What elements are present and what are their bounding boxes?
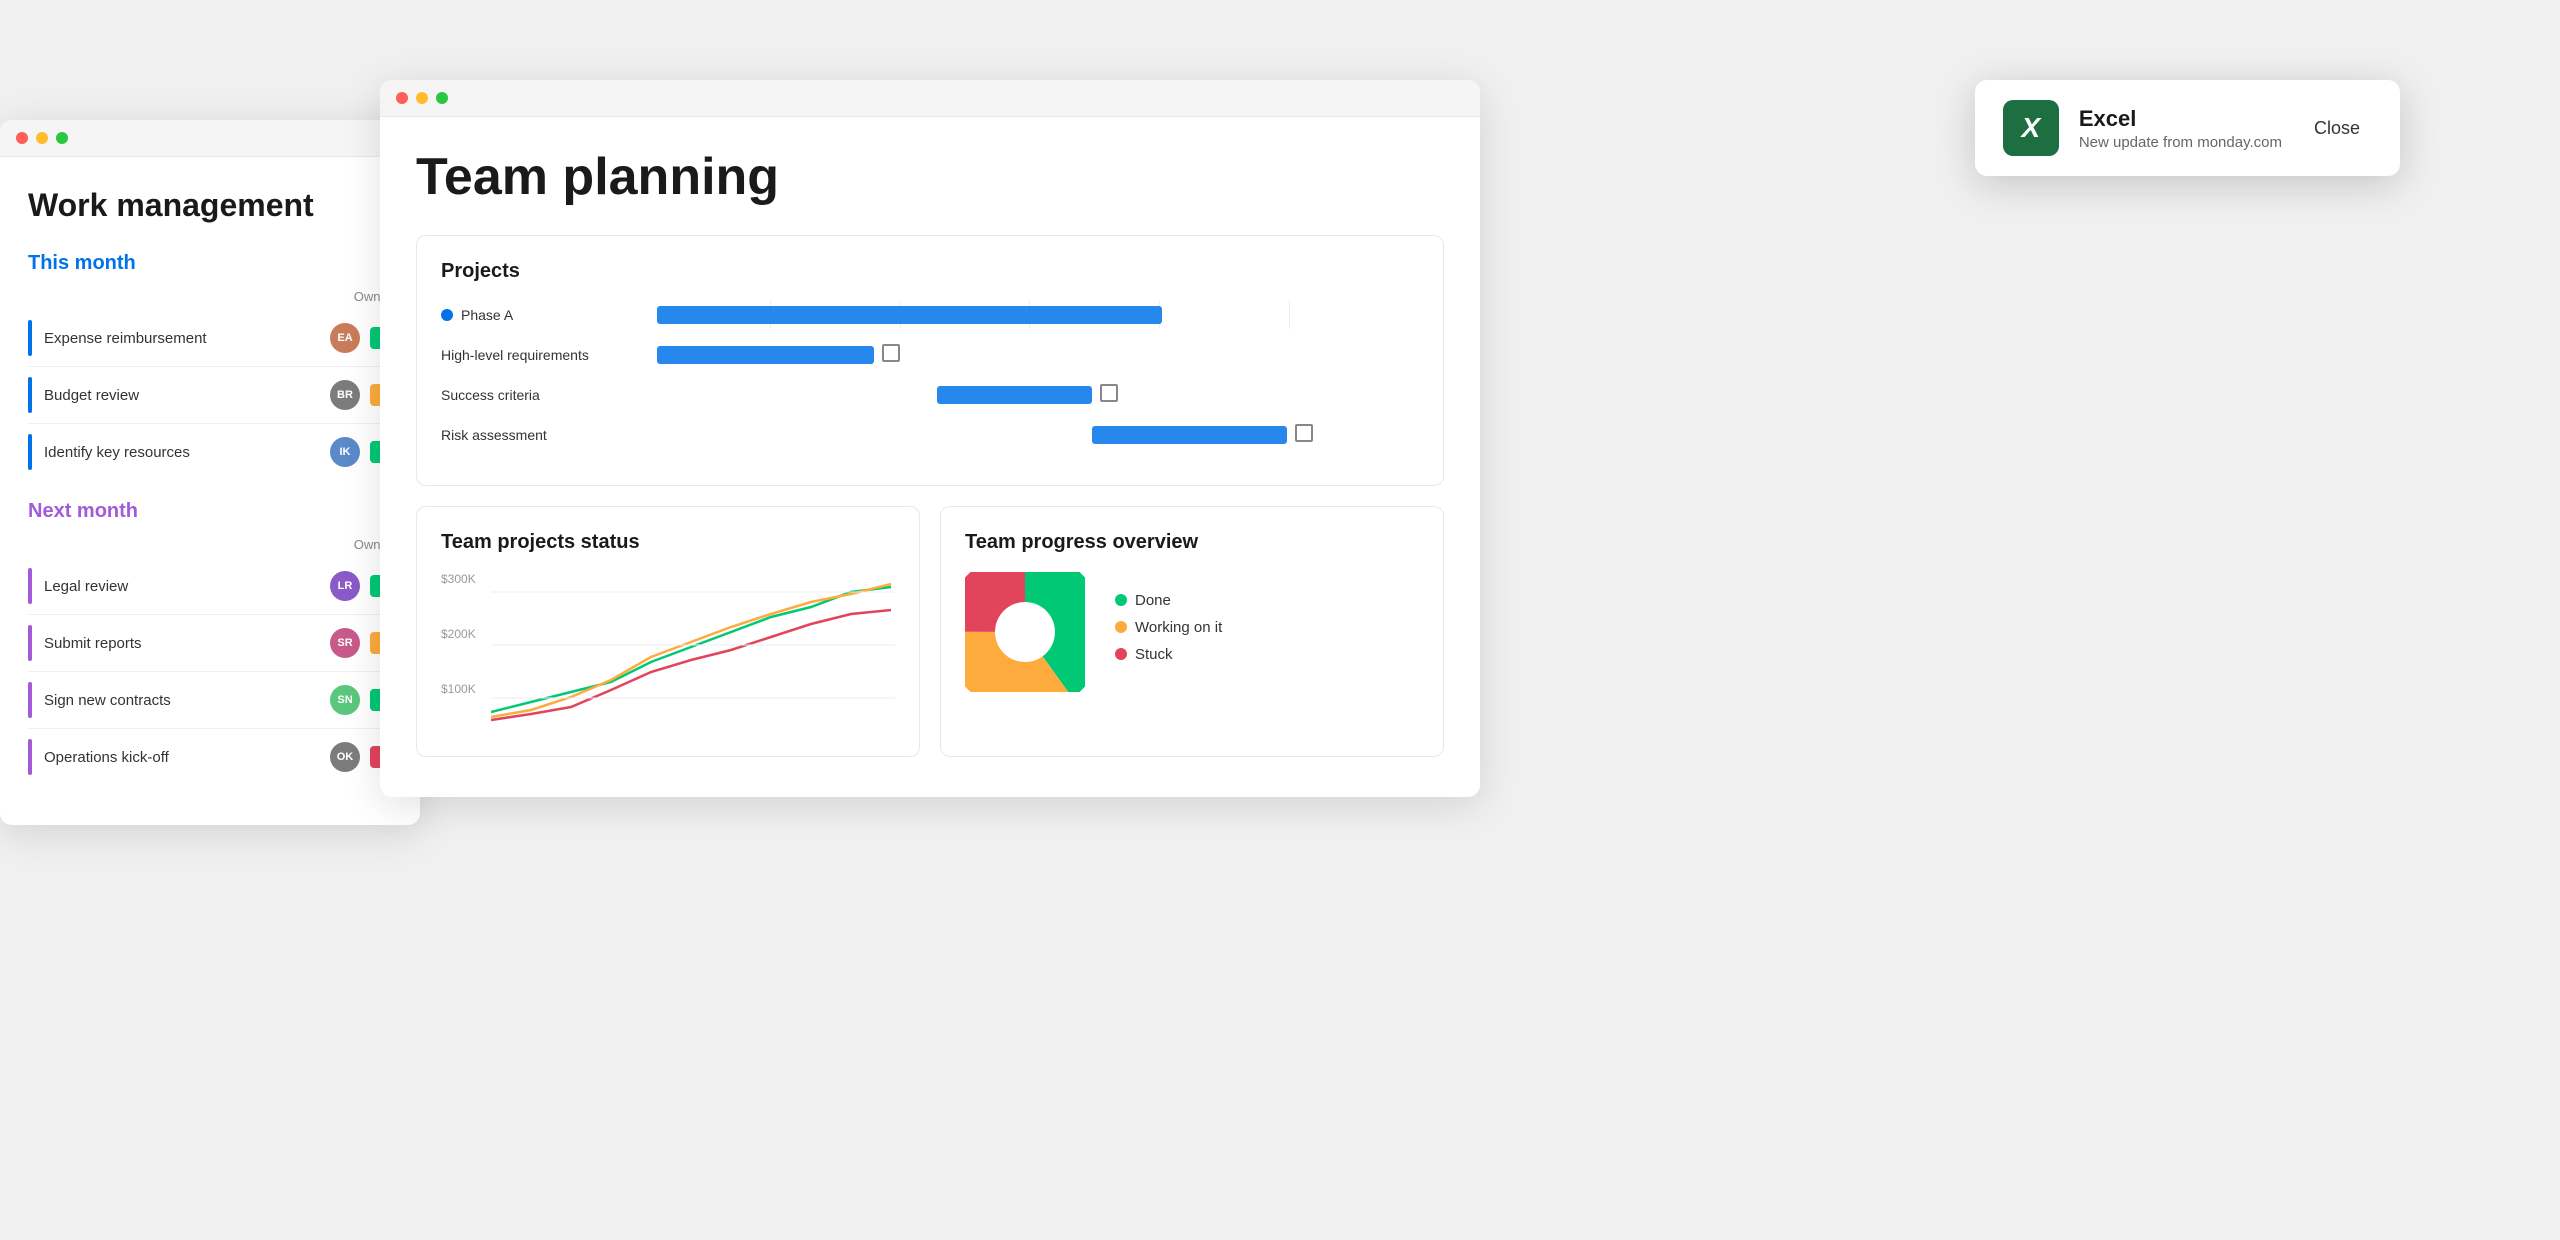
- avatar: EA: [330, 323, 360, 353]
- avatar: SN: [330, 685, 360, 715]
- team-titlebar: [380, 80, 1480, 117]
- stuck-label: Stuck: [1135, 646, 1173, 663]
- avatar: LR: [330, 571, 360, 601]
- team-progress-card: Team progress overview Do: [940, 506, 1444, 757]
- line-chart: $300K $200K $100K: [441, 572, 895, 732]
- task-name: Expense reimbursement: [44, 330, 330, 347]
- task-name: Identify key resources: [44, 444, 330, 461]
- gantt-bar: [937, 386, 1093, 404]
- phase-dot-icon: [441, 309, 453, 321]
- task-bar: [28, 568, 32, 604]
- stuck-dot-icon: [1115, 648, 1127, 660]
- gantt-track: [641, 341, 1419, 369]
- work-management-window: Work management This month Owner Expense…: [0, 120, 420, 825]
- avatar: IK: [330, 437, 360, 467]
- gantt-bar: [1092, 426, 1287, 444]
- gantt-label: Phase A: [441, 307, 641, 323]
- gantt-row-success: Success criteria: [441, 381, 1419, 409]
- maximize-dot[interactable]: [436, 92, 448, 104]
- avatar: OK: [330, 742, 360, 772]
- minimize-dot[interactable]: [36, 132, 48, 144]
- next-month-owner-col: Owner: [28, 537, 392, 552]
- work-titlebar: [0, 120, 420, 157]
- excel-icon: X: [2003, 100, 2059, 156]
- legend-done: Done: [1115, 592, 1222, 609]
- pie-section: Done Working on it Stuck: [965, 572, 1419, 692]
- notification-text: Excel New update from monday.com: [2079, 106, 2282, 151]
- close-dot[interactable]: [396, 92, 408, 104]
- task-name: Legal review: [44, 578, 330, 595]
- legend-working: Working on it: [1115, 619, 1222, 636]
- projects-card-title: Projects: [441, 260, 1419, 283]
- task-bar: [28, 434, 32, 470]
- task-bar: [28, 320, 32, 356]
- team-planning-window: Team planning Projects Phase A: [380, 80, 1480, 797]
- done-label: Done: [1135, 592, 1171, 609]
- task-bar: [28, 682, 32, 718]
- task-bar: [28, 625, 32, 661]
- pie-chart-svg: [965, 572, 1085, 692]
- task-name: Sign new contracts: [44, 692, 330, 709]
- gantt-bar: [657, 306, 1163, 324]
- avatar: BR: [330, 380, 360, 410]
- working-dot-icon: [1115, 621, 1127, 633]
- notification-message: New update from monday.com: [2079, 134, 2282, 151]
- y-label-100k: $100K: [441, 682, 476, 696]
- done-dot-icon: [1115, 594, 1127, 606]
- this-month-tasks: Expense reimbursement EA Budget review B…: [28, 310, 392, 480]
- projects-card: Projects Phase A: [416, 235, 1444, 486]
- minimize-dot[interactable]: [416, 92, 428, 104]
- task-name: Submit reports: [44, 635, 330, 652]
- task-row: Expense reimbursement EA: [28, 310, 392, 367]
- status-card-title: Team projects status: [441, 531, 895, 554]
- task-row: Sign new contracts SN: [28, 672, 392, 729]
- gantt-track: [641, 381, 1419, 409]
- work-title: Work management: [28, 187, 392, 224]
- task-row: Identify key resources IK: [28, 424, 392, 480]
- gantt-row-hlr: High-level requirements: [441, 341, 1419, 369]
- legend-stuck: Stuck: [1115, 646, 1222, 663]
- task-bar: [28, 377, 32, 413]
- excel-letter: X: [2021, 112, 2040, 144]
- this-month-owner-col: Owner: [28, 289, 392, 304]
- gantt-label: Success criteria: [441, 387, 641, 403]
- dependency-box: [1295, 424, 1313, 442]
- gantt-chart: Phase A: [441, 301, 1419, 449]
- gantt-label: Risk assessment: [441, 427, 641, 443]
- task-row: Legal review LR: [28, 558, 392, 615]
- line-chart-svg: [491, 572, 895, 732]
- gantt-track: [641, 421, 1419, 449]
- dependency-box: [882, 344, 900, 362]
- y-label-200k: $200K: [441, 627, 476, 641]
- team-status-card: Team projects status $300K $200K $100K: [416, 506, 920, 757]
- avatar: SR: [330, 628, 360, 658]
- next-month-tasks: Legal review LR Submit reports SR Sign n…: [28, 558, 392, 785]
- this-month-label: This month: [28, 252, 392, 275]
- task-row: Budget review BR: [28, 367, 392, 424]
- working-label: Working on it: [1135, 619, 1222, 636]
- notification-toast: X Excel New update from monday.com Close: [1975, 80, 2400, 176]
- dependency-box: [1100, 384, 1118, 402]
- task-bar: [28, 739, 32, 775]
- progress-card-title: Team progress overview: [965, 531, 1419, 554]
- maximize-dot[interactable]: [56, 132, 68, 144]
- y-label-300k: $300K: [441, 572, 476, 586]
- next-month-label: Next month: [28, 500, 392, 523]
- close-dot[interactable]: [16, 132, 28, 144]
- notification-close-button[interactable]: Close: [2302, 110, 2372, 147]
- task-name: Budget review: [44, 387, 330, 404]
- bottom-cards-row: Team projects status $300K $200K $100K: [416, 506, 1444, 757]
- gantt-bar: [657, 346, 875, 364]
- task-name: Operations kick-off: [44, 749, 330, 766]
- gantt-track: [641, 301, 1419, 329]
- pie-legend: Done Working on it Stuck: [1115, 592, 1222, 673]
- notification-app-name: Excel: [2079, 106, 2282, 132]
- team-title: Team planning: [416, 147, 1444, 207]
- task-row: Operations kick-off OK: [28, 729, 392, 785]
- gantt-row-risk: Risk assessment: [441, 421, 1419, 449]
- task-row: Submit reports SR: [28, 615, 392, 672]
- gantt-label: High-level requirements: [441, 347, 641, 363]
- gantt-row-phase-a: Phase A: [441, 301, 1419, 329]
